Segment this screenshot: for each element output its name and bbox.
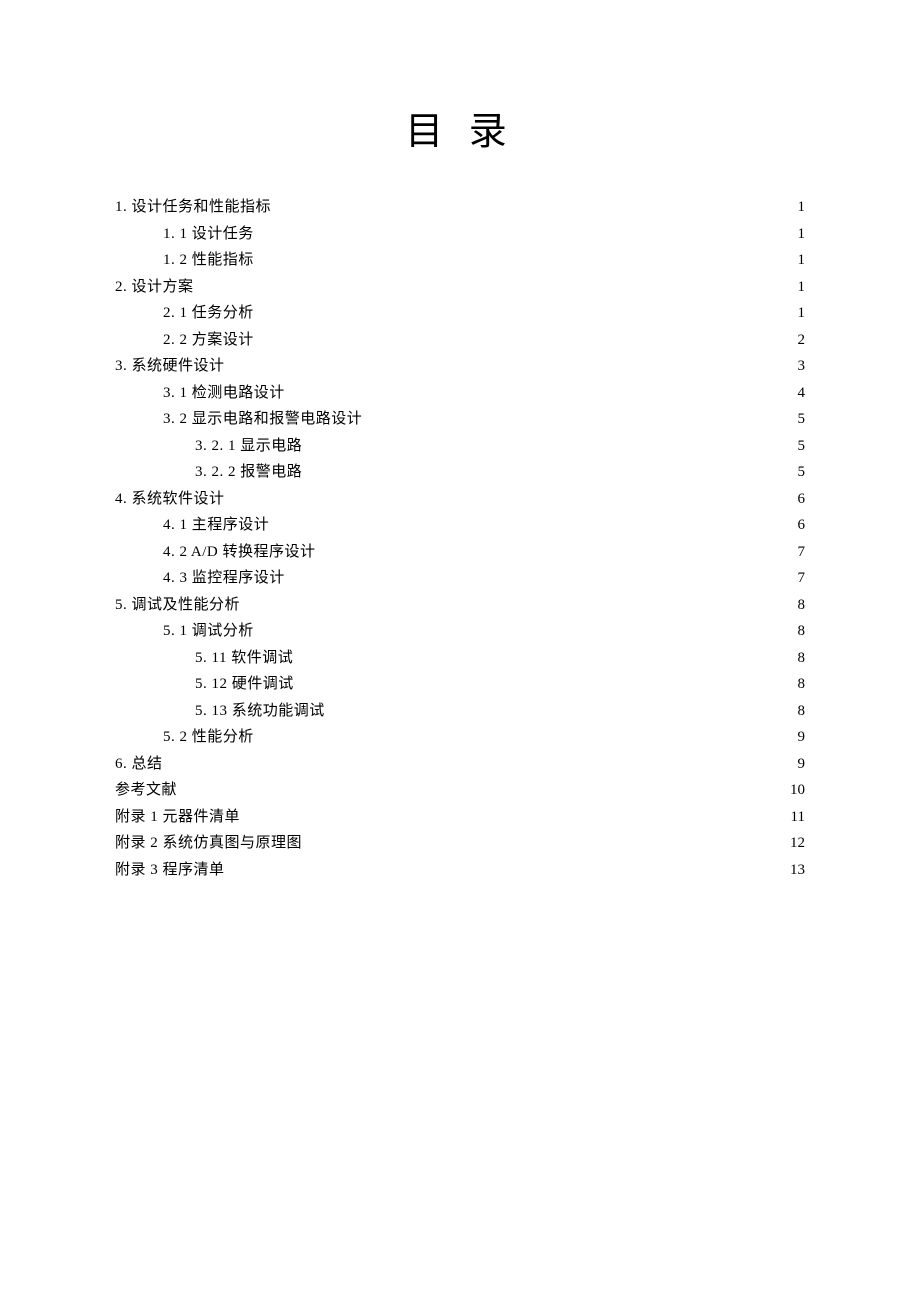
toc-entry: 2. 1 任务分析 1: [115, 301, 805, 327]
toc-entry: 1. 1 设计任务 1: [115, 222, 805, 248]
toc-entry-label: 3. 2. 2 报警电路: [195, 460, 302, 486]
toc-entry-label: 2. 2 方案设计: [163, 328, 254, 354]
toc-entry-page: 12: [785, 831, 805, 857]
toc-entry-label: 3. 2 显示电路和报警电路设计: [163, 407, 362, 433]
toc-entry-page: 13: [785, 858, 805, 884]
toc-entry: 4. 3 监控程序设计 7: [115, 566, 805, 592]
toc-entry-label: 1. 2 性能指标: [163, 248, 254, 274]
toc-entry-page: 1: [785, 248, 805, 274]
toc-entry-page: 10: [785, 778, 805, 804]
toc-entry-page: 5: [785, 407, 805, 433]
toc-entry: 5. 13 系统功能调试 8: [115, 699, 805, 725]
toc-entry-label: 4. 3 监控程序设计: [163, 566, 285, 592]
toc-entry-label: 5. 12 硬件调试: [195, 672, 294, 698]
toc-entry-page: 8: [785, 672, 805, 698]
toc-entry: 5. 2 性能分析 9: [115, 725, 805, 751]
toc-entry: 4. 系统软件设计 6: [115, 487, 805, 513]
toc-entry-label: 6. 总结: [115, 752, 163, 778]
toc-entry-page: 1: [785, 301, 805, 327]
toc-entry-page: 8: [785, 593, 805, 619]
toc-entry-label: 3. 1 检测电路设计: [163, 381, 285, 407]
toc-entry-page: 8: [785, 646, 805, 672]
toc-entry-page: 2: [785, 328, 805, 354]
toc-entry-page: 11: [785, 805, 805, 831]
toc-entry: 附录 1 元器件清单 11: [115, 805, 805, 831]
toc-entry-label: 4. 2 A/D 转换程序设计: [163, 540, 316, 566]
toc-entry-label: 2. 1 任务分析: [163, 301, 254, 327]
toc-entry-label: 附录 1 元器件清单: [115, 805, 240, 831]
toc-entry: 附录 2 系统仿真图与原理图 12: [115, 831, 805, 857]
toc-entry: 附录 3 程序清单 13: [115, 858, 805, 884]
toc-entry: 3. 2 显示电路和报警电路设计 5: [115, 407, 805, 433]
toc-entry-label: 3. 2. 1 显示电路: [195, 434, 302, 460]
table-of-contents: 1. 设计任务和性能指标11. 1 设计任务11. 2 性能指标12. 设计方案…: [115, 195, 805, 883]
toc-entry-page: 6: [785, 513, 805, 539]
toc-entry: 5. 12 硬件调试 8: [115, 672, 805, 698]
toc-entry: 3. 2. 2 报警电路 5: [115, 460, 805, 486]
toc-entry-page: 7: [785, 540, 805, 566]
toc-entry-page: 7: [785, 566, 805, 592]
toc-entry: 6. 总结 9: [115, 752, 805, 778]
toc-entry-page: 8: [785, 699, 805, 725]
toc-entry-page: 5: [785, 460, 805, 486]
toc-entry: 4. 1 主程序设计 6: [115, 513, 805, 539]
toc-entry-label: 2. 设计方案: [115, 275, 194, 301]
toc-entry: 2. 设计方案 1: [115, 275, 805, 301]
toc-entry: 1. 设计任务和性能指标 1: [115, 195, 805, 221]
toc-entry-page: 4: [785, 381, 805, 407]
toc-entry-label: 附录 2 系统仿真图与原理图: [115, 831, 302, 857]
toc-entry: 3. 1 检测电路设计 4: [115, 381, 805, 407]
toc-entry: 5. 1 调试分析 8: [115, 619, 805, 645]
toc-entry: 5. 11 软件调试 8: [115, 646, 805, 672]
toc-entry-label: 4. 1 主程序设计: [163, 513, 269, 539]
toc-entry-page: 8: [785, 619, 805, 645]
toc-entry-page: 5: [785, 434, 805, 460]
toc-entry-label: 5. 1 调试分析: [163, 619, 254, 645]
toc-entry-page: 9: [785, 752, 805, 778]
toc-entry: 5. 调试及性能分析 8: [115, 593, 805, 619]
toc-entry-label: 4. 系统软件设计: [115, 487, 225, 513]
toc-entry: 1. 2 性能指标 1: [115, 248, 805, 274]
toc-entry-label: 5. 13 系统功能调试: [195, 699, 325, 725]
toc-entry: 4. 2 A/D 转换程序设计 7: [115, 540, 805, 566]
toc-entry-page: 3: [785, 354, 805, 380]
toc-entry-page: 1: [785, 195, 805, 221]
toc-entry-label: 参考文献: [115, 778, 177, 804]
toc-entry-label: 3. 系统硬件设计: [115, 354, 225, 380]
toc-entry: 3. 2. 1 显示电路 5: [115, 434, 805, 460]
toc-entry: 2. 2 方案设计 2: [115, 328, 805, 354]
toc-entry: 参考文献 10: [115, 778, 805, 804]
toc-entry-label: 5. 11 软件调试: [195, 646, 293, 672]
toc-entry-page: 6: [785, 487, 805, 513]
toc-entry-page: 9: [785, 725, 805, 751]
toc-entry-page: 1: [785, 222, 805, 248]
toc-entry-label: 附录 3 程序清单: [115, 858, 225, 884]
toc-entry-label: 1. 1 设计任务: [163, 222, 254, 248]
page-title: 目 录: [115, 100, 805, 155]
toc-entry-page: 1: [785, 275, 805, 301]
toc-entry-label: 1. 设计任务和性能指标: [115, 195, 271, 221]
toc-entry-label: 5. 2 性能分析: [163, 725, 254, 751]
toc-entry-label: 5. 调试及性能分析: [115, 593, 240, 619]
toc-entry: 3. 系统硬件设计 3: [115, 354, 805, 380]
